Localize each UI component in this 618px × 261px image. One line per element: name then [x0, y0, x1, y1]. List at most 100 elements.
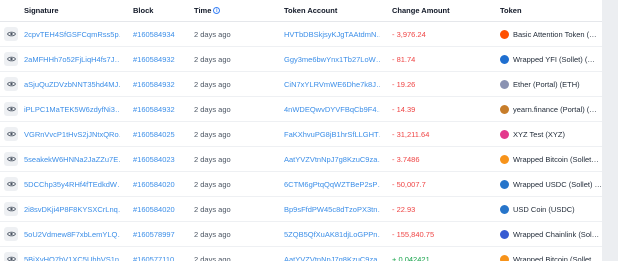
table-row: 2i8svDKji4P8F8KYSXCrLnq… #160584020 2 da… — [0, 197, 602, 222]
header-signature: Signature — [24, 6, 59, 15]
token-link[interactable]: yearn.finance (Portal) (… — [500, 97, 602, 121]
table-row: 5oU2Vdmew8F7xbLemYLQ… #160578997 2 days … — [0, 222, 602, 247]
change-amount: - 3,976.24 — [392, 29, 426, 39]
token-name: yearn.finance (Portal) (… — [513, 104, 597, 114]
table-row: VGRnVvcP1tHvS2jJNtxQRo… #160584025 2 day… — [0, 122, 602, 147]
block-link[interactable]: #160578997 — [133, 230, 175, 239]
block-link[interactable]: #160584020 — [133, 180, 175, 189]
token-link[interactable]: USD Coin (USDC) — [500, 197, 602, 221]
eye-icon[interactable] — [4, 177, 18, 191]
table-row: 2cpvTEH4SfGSFCqmRss5p… #160584934 2 days… — [0, 22, 602, 47]
token-name: XYZ Test (XYZ) — [513, 129, 565, 139]
time-ago: 2 days ago — [194, 229, 231, 239]
token-link[interactable]: Basic Attention Token (… — [500, 22, 602, 46]
header-token-account: Token Account — [284, 6, 338, 15]
signature-link[interactable]: 5BjXvHQ7bV1XC5UhbVS1n… — [24, 255, 120, 261]
token-account-link[interactable]: CiN7xYLRVmWE6Dhe7k8J… — [284, 80, 380, 89]
time-ago: 2 days ago — [194, 179, 231, 189]
signature-link[interactable]: 5seakekW6HNNa2JaZZu7E… — [24, 155, 120, 164]
signature-link[interactable]: aSjuQuZDVzbNNT35hd4MJ… — [24, 80, 120, 89]
token-icon — [500, 29, 509, 39]
eye-icon[interactable] — [4, 52, 18, 66]
block-link[interactable]: #160584020 — [133, 205, 175, 214]
table-row: aSjuQuZDVzbNNT35hd4MJ… #160584932 2 days… — [0, 72, 602, 97]
token-name: Ether (Portal) (ETH) — [513, 79, 580, 89]
signature-link[interactable]: iPLPC1MaTEK5W6zdyfNi3… — [24, 105, 120, 114]
change-amount: - 31,211.64 — [392, 129, 430, 139]
block-link[interactable]: #160584932 — [133, 80, 175, 89]
token-icon — [500, 254, 509, 261]
signature-link[interactable]: 2i8svDKji4P8F8KYSXCrLnq… — [24, 205, 120, 214]
view-details-cell — [0, 22, 22, 46]
token-name: Wrapped USDC (Sollet) … — [513, 179, 602, 189]
block-link[interactable]: #160577110 — [133, 255, 174, 261]
token-link[interactable]: XYZ Test (XYZ) — [500, 122, 602, 146]
block-link[interactable]: #160584023 — [133, 155, 175, 164]
table-row: 2aMFHHh7o52FjLiqH4fs7J… #160584932 2 day… — [0, 47, 602, 72]
token-account-link[interactable]: 4nWDEQwvDYVFBqCb9F4… — [284, 105, 380, 114]
eye-icon[interactable] — [4, 127, 18, 141]
table-row: 5BjXvHQ7bV1XC5UhbVS1n… #160577110 2 days… — [0, 247, 602, 261]
header-block: Block — [133, 6, 154, 15]
token-account-link[interactable]: Ggy3me6bwYnx1Tb27LoW… — [284, 55, 380, 64]
header-token: Token — [500, 6, 522, 15]
token-transfers-panel: Signature Block Time i Token Account Cha… — [0, 0, 602, 261]
page-scroll-gutter — [602, 0, 618, 261]
token-account-link[interactable]: 6CTM6gPtqQqWZTBeP2sP… — [284, 180, 380, 189]
eye-icon[interactable] — [4, 102, 18, 116]
token-link[interactable]: Ether (Portal) (ETH) — [500, 72, 602, 96]
time-ago: 2 days ago — [194, 204, 231, 214]
eye-icon[interactable] — [4, 27, 18, 41]
token-account-link[interactable]: FaKXhvuPG8jB1hrSfLLGHT… — [284, 130, 380, 139]
token-account-link[interactable]: HVTbDBSkjsyKJgTAAtdmN… — [284, 30, 380, 39]
time-ago: 2 days ago — [194, 254, 231, 261]
signature-link[interactable]: 5oU2Vdmew8F7xbLemYLQ… — [24, 230, 120, 239]
token-icon — [500, 129, 509, 139]
signature-link[interactable]: VGRnVvcP1tHvS2jJNtxQRo… — [24, 130, 120, 139]
view-details-cell — [0, 72, 22, 96]
change-amount: - 22.93 — [392, 204, 416, 214]
header-change-amount: Change Amount — [392, 6, 450, 15]
token-account-link[interactable]: AatYVZVtnNpJ7g8KzuC9za… — [284, 155, 380, 164]
eye-icon[interactable] — [4, 202, 18, 216]
signature-link[interactable]: 5DCChp35y4RHf4fTEdkdW… — [24, 180, 120, 189]
token-name: Wrapped Chainlink (Sol… — [513, 229, 600, 239]
block-link[interactable]: #160584025 — [133, 130, 175, 139]
token-link[interactable]: Wrapped USDC (Sollet) … — [500, 172, 602, 196]
token-account-link[interactable]: Bp9sFfdPW45c8dTzoPX3tn… — [284, 205, 380, 214]
token-link[interactable]: Wrapped Bitcoin (Sollet… — [500, 147, 602, 171]
change-amount: + 0.042421 — [392, 254, 430, 261]
header-spacer — [0, 0, 22, 21]
token-name: USD Coin (USDC) — [513, 204, 575, 214]
view-details-cell — [0, 197, 22, 221]
token-icon — [500, 154, 509, 164]
eye-icon[interactable] — [4, 252, 18, 261]
signature-link[interactable]: 2cpvTEH4SfGSFCqmRss5p… — [24, 30, 120, 39]
eye-icon[interactable] — [4, 152, 18, 166]
view-details-cell — [0, 222, 22, 246]
token-account-link[interactable]: 5ZQB5QfXuAK81djLoGPPn… — [284, 230, 380, 239]
token-link[interactable]: Wrapped Bitcoin (Sollet… — [500, 247, 602, 261]
token-name: Wrapped Bitcoin (Sollet… — [513, 154, 599, 164]
token-icon — [500, 204, 509, 214]
signature-link[interactable]: 2aMFHHh7o52FjLiqH4fs7J… — [24, 55, 120, 64]
block-link[interactable]: #160584934 — [133, 30, 175, 39]
view-details-cell — [0, 172, 22, 196]
time-ago: 2 days ago — [194, 104, 231, 114]
token-link[interactable]: Wrapped Chainlink (Sol… — [500, 222, 602, 246]
token-icon — [500, 54, 509, 64]
token-name: Basic Attention Token (… — [513, 29, 597, 39]
table-header: Signature Block Time i Token Account Cha… — [0, 0, 602, 22]
token-account-link[interactable]: AatYVZVtnNpJ7g8KzuC9za… — [284, 255, 380, 261]
table-row: iPLPC1MaTEK5W6zdyfNi3… #160584932 2 days… — [0, 97, 602, 122]
info-icon[interactable]: i — [213, 7, 221, 14]
token-link[interactable]: Wrapped YFI (Sollet) (… — [500, 47, 602, 71]
time-ago: 2 days ago — [194, 54, 231, 64]
eye-icon[interactable] — [4, 227, 18, 241]
block-link[interactable]: #160584932 — [133, 105, 175, 114]
change-amount: - 155,840.75 — [392, 229, 435, 239]
block-link[interactable]: #160584932 — [133, 55, 175, 64]
change-amount: - 19.26 — [392, 79, 416, 89]
token-name: Wrapped YFI (Sollet) (… — [513, 54, 595, 64]
eye-icon[interactable] — [4, 77, 18, 91]
